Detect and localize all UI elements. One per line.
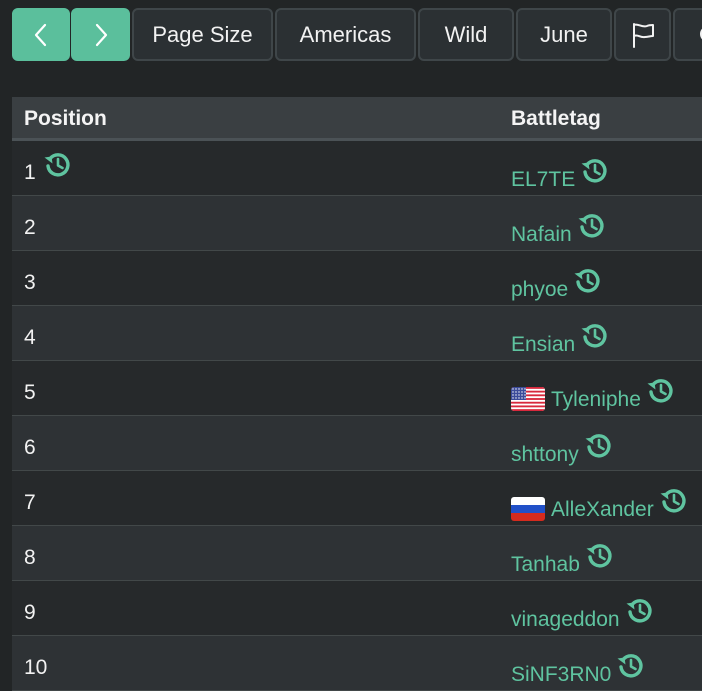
position-cell: 3: [24, 271, 36, 294]
month-button[interactable]: June: [516, 8, 612, 61]
prev-page-button[interactable]: [12, 8, 70, 61]
battletag-link[interactable]: shttony: [511, 442, 579, 468]
table-row[interactable]: 7 AlleXander: [12, 471, 702, 526]
battletag-cell: Nafain: [511, 214, 606, 248]
ru-flag-icon: [511, 497, 545, 521]
battletag-link[interactable]: Tanhab: [511, 552, 580, 578]
history-icon[interactable]: [572, 265, 602, 295]
battletag-cell: phyoe: [511, 269, 602, 303]
chevron-right-icon: [92, 22, 110, 48]
battletag-link[interactable]: Ensian: [511, 332, 575, 358]
history-icon[interactable]: [615, 650, 645, 680]
battletag-cell: Ensian: [511, 324, 609, 358]
battletag-link[interactable]: SiNF3RN0: [511, 662, 611, 688]
position-cell: 5: [24, 381, 36, 404]
history-icon[interactable]: [579, 155, 609, 185]
chevron-left-icon: [32, 22, 50, 48]
flag-filter-button[interactable]: [614, 8, 671, 61]
position-cell: 7: [24, 491, 36, 514]
battletag-cell: EL7TE: [511, 159, 609, 193]
history-icon[interactable]: [584, 540, 614, 570]
mode-button[interactable]: Wild: [418, 8, 514, 61]
battletag-cell: Tanhab: [511, 544, 614, 578]
battletag-cell: SiNF3RN0: [511, 654, 645, 688]
history-icon[interactable]: [645, 375, 675, 405]
position-cell: 9: [24, 601, 36, 624]
table-row[interactable]: 2 Nafain: [12, 196, 702, 251]
position-cell: 4: [24, 326, 36, 349]
search-icon: [697, 23, 702, 47]
table-row[interactable]: 5 Tyleniphe: [12, 361, 702, 416]
history-icon[interactable]: [576, 210, 606, 240]
us-flag-icon: [511, 387, 545, 411]
battletag-link[interactable]: vinageddon: [511, 607, 620, 633]
table-row[interactable]: 6 shttony: [12, 416, 702, 471]
history-icon[interactable]: [658, 485, 688, 515]
history-icon[interactable]: [624, 595, 654, 625]
rank-history-icon[interactable]: [42, 149, 72, 179]
battletag-cell: AlleXander: [511, 489, 688, 523]
table-row[interactable]: 4 Ensian: [12, 306, 702, 361]
flag-icon: [628, 20, 658, 50]
overflow-button[interactable]: [673, 8, 702, 61]
next-page-button[interactable]: [71, 8, 130, 61]
table-row[interactable]: 8 Tanhab: [12, 526, 702, 581]
page-size-button[interactable]: Page Size: [132, 8, 273, 61]
leaderboard-table: Position Battletag 1 EL7TE 2 Nafain 3 phyoe 4 E…: [12, 97, 702, 691]
history-icon[interactable]: [583, 430, 613, 460]
table-header: Position Battletag: [12, 97, 702, 141]
battletag-cell: Tyleniphe: [511, 379, 675, 413]
position-column-header: Position: [24, 107, 107, 130]
position-cell: 10: [24, 656, 48, 679]
position-cell: 2: [24, 216, 36, 239]
table-row[interactable]: 10 SiNF3RN0: [12, 636, 702, 691]
battletag-cell: shttony: [511, 434, 613, 468]
battletag-link[interactable]: Tyleniphe: [551, 387, 641, 413]
table-row[interactable]: 1 EL7TE: [12, 141, 702, 196]
battletag-link[interactable]: phyoe: [511, 277, 568, 303]
battletag-cell: vinageddon: [511, 599, 654, 633]
table-row[interactable]: 3 phyoe: [12, 251, 702, 306]
table-row[interactable]: 9 vinageddon: [12, 581, 702, 636]
position-cell: 1: [24, 161, 36, 184]
position-cell: 6: [24, 436, 36, 459]
history-icon[interactable]: [579, 320, 609, 350]
battletag-link[interactable]: EL7TE: [511, 167, 575, 193]
position-cell: 8: [24, 546, 36, 569]
region-button[interactable]: Americas: [275, 8, 416, 61]
toolbar: Page Size Americas Wild June: [0, 0, 702, 70]
battletag-link[interactable]: Nafain: [511, 222, 572, 248]
battletag-column-header: Battletag: [511, 107, 601, 130]
battletag-link[interactable]: AlleXander: [551, 497, 654, 523]
